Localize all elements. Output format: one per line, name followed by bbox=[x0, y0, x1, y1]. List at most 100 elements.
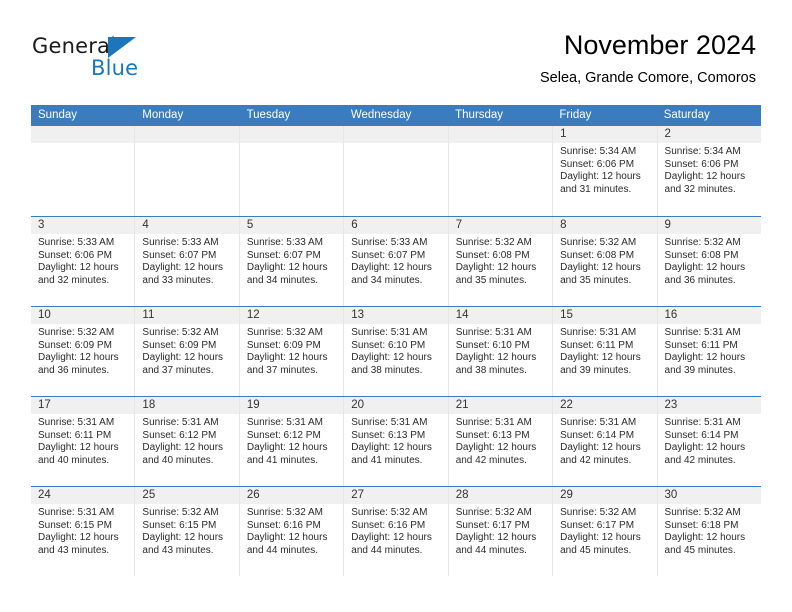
calendar-day-cell-empty bbox=[448, 126, 554, 216]
calendar-day-cell[interactable]: 14 Sunrise: 5:31 AM Sunset: 6:10 PM Dayligh… bbox=[448, 307, 554, 396]
calendar-day-cell[interactable]: 24 Sunrise: 5:31 AM Sunset: 6:15 PM Dayligh… bbox=[31, 487, 136, 576]
calendar-day-cell[interactable]: 7 Sunrise: 5:32 AM Sunset: 6:08 PM Daylight… bbox=[448, 217, 554, 306]
calendar-day-cell[interactable]: 8 Sunrise: 5:32 AM Sunset: 6:08 PM Daylight… bbox=[553, 217, 658, 306]
weekday-header-wednesday: Wednesday bbox=[350, 109, 412, 121]
day-sun-info: Sunrise: 5:32 AM Sunset: 6:09 PM Daylight:… bbox=[135, 324, 238, 377]
day-number: 15 bbox=[560, 309, 573, 321]
calendar-day-cell-empty bbox=[239, 126, 345, 216]
calendar-day-cell[interactable]: 17 Sunrise: 5:31 AM Sunset: 6:11 PM Dayligh… bbox=[31, 397, 136, 486]
day-number-band: 30 bbox=[657, 487, 761, 504]
day-sun-info: Sunrise: 5:33 AM Sunset: 6:07 PM Daylight:… bbox=[135, 234, 238, 287]
calendar-day-cell[interactable]: 20 Sunrise: 5:31 AM Sunset: 6:13 PM Dayligh… bbox=[344, 397, 449, 486]
calendar-day-cell[interactable]: 15 Sunrise: 5:31 AM Sunset: 6:11 PM Dayligh… bbox=[553, 307, 658, 396]
weekday-header-row: Sunday Monday Tuesday Wednesday Thursday… bbox=[31, 105, 761, 126]
calendar-day-cell[interactable]: 4 Sunrise: 5:33 AM Sunset: 6:07 PM Daylight… bbox=[135, 217, 240, 306]
sunrise-text: Sunrise: 5:32 AM bbox=[38, 327, 115, 338]
day-number-band: 10 bbox=[31, 307, 135, 324]
sunset-text: Sunset: 6:11 PM bbox=[560, 339, 634, 351]
calendar-day-cell[interactable]: 28 Sunrise: 5:32 AM Sunset: 6:17 PM Dayligh… bbox=[448, 487, 554, 576]
sunrise-text: Sunrise: 5:31 AM bbox=[560, 327, 637, 338]
sunrise-text: Sunrise: 5:33 AM bbox=[142, 237, 219, 248]
calendar-day-cell[interactable]: 16 Sunrise: 5:31 AM Sunset: 6:11 PM Dayligh… bbox=[657, 307, 761, 396]
day-number: 24 bbox=[38, 489, 51, 501]
brand-logo[interactable]: General Blue bbox=[32, 34, 212, 86]
sunset-text: Sunset: 6:09 PM bbox=[38, 339, 112, 351]
calendar-day-cell[interactable]: 22 Sunrise: 5:31 AM Sunset: 6:14 PM Dayligh… bbox=[553, 397, 658, 486]
sunset-text: Sunset: 6:11 PM bbox=[664, 339, 738, 351]
calendar-day-cell[interactable]: 30 Sunrise: 5:32 AM Sunset: 6:18 PM Dayligh… bbox=[657, 487, 761, 576]
sunrise-text: Sunrise: 5:32 AM bbox=[664, 237, 741, 248]
day-number-band: 25 bbox=[135, 487, 239, 504]
calendar-day-cell[interactable]: 13 Sunrise: 5:31 AM Sunset: 6:10 PM Dayligh… bbox=[344, 307, 449, 396]
daylight-text: Daylight: 12 hours and 38 minutes. bbox=[455, 352, 537, 376]
sunrise-text: Sunrise: 5:33 AM bbox=[246, 237, 323, 248]
sunset-text: Sunset: 6:07 PM bbox=[351, 249, 426, 261]
day-number-band bbox=[239, 126, 344, 143]
sunrise-text: Sunrise: 5:32 AM bbox=[560, 507, 637, 518]
calendar-day-cell[interactable]: 18 Sunrise: 5:31 AM Sunset: 6:12 PM Dayligh… bbox=[135, 397, 240, 486]
day-number-band: 29 bbox=[553, 487, 657, 504]
daylight-text: Daylight: 12 hours and 42 minutes. bbox=[560, 442, 641, 466]
calendar-weeks: 1 Sunrise: 5:34 AM Sunset: 6:06 PM Daylight… bbox=[31, 126, 761, 576]
sunrise-text: Sunrise: 5:32 AM bbox=[351, 507, 428, 518]
sunrise-text: Sunrise: 5:31 AM bbox=[560, 417, 637, 428]
calendar-day-cell[interactable]: 25 Sunrise: 5:32 AM Sunset: 6:15 PM Dayligh… bbox=[135, 487, 240, 576]
weekday-header-saturday: Saturday bbox=[663, 109, 710, 121]
day-sun-info: Sunrise: 5:31 AM Sunset: 6:11 PM Daylight:… bbox=[658, 324, 761, 377]
calendar-week-row: 1 Sunrise: 5:34 AM Sunset: 6:06 PM Daylight… bbox=[31, 126, 761, 216]
day-number-band: 4 bbox=[135, 217, 239, 234]
day-number: 4 bbox=[142, 219, 149, 231]
day-number: 19 bbox=[246, 399, 260, 411]
sunset-text: Sunset: 6:17 PM bbox=[560, 519, 635, 531]
sunset-text: Sunset: 6:18 PM bbox=[664, 519, 739, 531]
day-number: 7 bbox=[455, 219, 463, 231]
calendar-day-cell[interactable]: 10 Sunrise: 5:32 AM Sunset: 6:09 PM Dayligh… bbox=[31, 307, 136, 396]
day-sun-info: Sunrise: 5:33 AM Sunset: 6:07 PM Daylight:… bbox=[240, 234, 343, 287]
calendar-week-row: 17 Sunrise: 5:31 AM Sunset: 6:11 PM Dayligh… bbox=[31, 396, 761, 486]
calendar-day-cell[interactable]: 27 Sunrise: 5:32 AM Sunset: 6:16 PM Dayligh… bbox=[344, 487, 449, 576]
sunset-text: Sunset: 6:08 PM bbox=[455, 249, 530, 261]
daylight-text: Daylight: 12 hours and 39 minutes. bbox=[664, 352, 746, 376]
calendar-day-cell[interactable]: 21 Sunrise: 5:31 AM Sunset: 6:13 PM Dayligh… bbox=[448, 397, 554, 486]
day-sun-info: Sunrise: 5:31 AM Sunset: 6:12 PM Daylight:… bbox=[135, 414, 238, 467]
calendar-day-cell[interactable]: 26 Sunrise: 5:32 AM Sunset: 6:16 PM Dayligh… bbox=[239, 487, 345, 576]
sunset-text: Sunset: 6:09 PM bbox=[246, 339, 321, 351]
calendar-day-cell[interactable]: 1 Sunrise: 5:34 AM Sunset: 6:06 PM Daylight… bbox=[553, 126, 658, 216]
day-sun-info: Sunrise: 5:31 AM Sunset: 6:12 PM Daylight:… bbox=[240, 414, 343, 467]
calendar-week-row: 3 Sunrise: 5:33 AM Sunset: 6:06 PM Daylight… bbox=[31, 216, 761, 306]
calendar-day-cell[interactable]: 29 Sunrise: 5:32 AM Sunset: 6:17 PM Dayligh… bbox=[553, 487, 658, 576]
calendar-day-cell-empty bbox=[31, 126, 136, 216]
daylight-text: Daylight: 12 hours and 43 minutes. bbox=[38, 532, 119, 556]
calendar-day-cell[interactable]: 6 Sunrise: 5:33 AM Sunset: 6:07 PM Daylight… bbox=[344, 217, 449, 306]
sunrise-text: Sunrise: 5:31 AM bbox=[664, 417, 741, 428]
daylight-text: Daylight: 12 hours and 32 minutes. bbox=[664, 171, 746, 195]
sunset-text: Sunset: 6:12 PM bbox=[142, 429, 217, 441]
sunset-text: Sunset: 6:17 PM bbox=[455, 519, 530, 531]
calendar-day-cell-empty bbox=[344, 126, 449, 216]
daylight-text: Daylight: 12 hours and 40 minutes. bbox=[142, 442, 224, 466]
calendar-day-cell[interactable]: 23 Sunrise: 5:31 AM Sunset: 6:14 PM Dayligh… bbox=[657, 397, 761, 486]
daylight-text: Daylight: 12 hours and 38 minutes. bbox=[351, 352, 432, 376]
calendar-day-cell[interactable]: 3 Sunrise: 5:33 AM Sunset: 6:06 PM Daylight… bbox=[31, 217, 136, 306]
daylight-text: Daylight: 12 hours and 36 minutes. bbox=[38, 352, 119, 376]
day-number: 5 bbox=[246, 219, 254, 231]
calendar-day-cell[interactable]: 12 Sunrise: 5:32 AM Sunset: 6:09 PM Dayligh… bbox=[239, 307, 345, 396]
calendar-day-cell[interactable]: 5 Sunrise: 5:33 AM Sunset: 6:07 PM Daylight… bbox=[239, 217, 345, 306]
sunset-text: Sunset: 6:08 PM bbox=[560, 249, 635, 261]
calendar-day-cell[interactable]: 9 Sunrise: 5:32 AM Sunset: 6:08 PM Daylight… bbox=[657, 217, 761, 306]
day-number-band bbox=[31, 126, 135, 143]
day-number-band: 7 bbox=[448, 217, 553, 234]
day-number: 25 bbox=[142, 489, 156, 501]
day-sun-info: Sunrise: 5:32 AM Sunset: 6:17 PM Daylight:… bbox=[449, 504, 552, 557]
daylight-text: Daylight: 12 hours and 44 minutes. bbox=[455, 532, 537, 556]
sunrise-text: Sunrise: 5:32 AM bbox=[455, 507, 532, 518]
day-sun-info: Sunrise: 5:33 AM Sunset: 6:06 PM Daylight:… bbox=[31, 234, 134, 287]
sunrise-text: Sunrise: 5:31 AM bbox=[351, 417, 428, 428]
day-sun-info: Sunrise: 5:31 AM Sunset: 6:13 PM Daylight:… bbox=[344, 414, 447, 467]
calendar-day-cell[interactable]: 2 Sunrise: 5:34 AM Sunset: 6:06 PM Daylight… bbox=[657, 126, 761, 216]
calendar-day-cell[interactable]: 11 Sunrise: 5:32 AM Sunset: 6:09 PM Dayligh… bbox=[135, 307, 240, 396]
sunrise-text: Sunrise: 5:31 AM bbox=[38, 417, 115, 428]
day-sun-info: Sunrise: 5:34 AM Sunset: 6:06 PM Daylight:… bbox=[553, 143, 656, 196]
day-sun-info: Sunrise: 5:32 AM Sunset: 6:08 PM Daylight:… bbox=[449, 234, 552, 287]
calendar-day-cell[interactable]: 19 Sunrise: 5:31 AM Sunset: 6:12 PM Dayligh… bbox=[239, 397, 345, 486]
